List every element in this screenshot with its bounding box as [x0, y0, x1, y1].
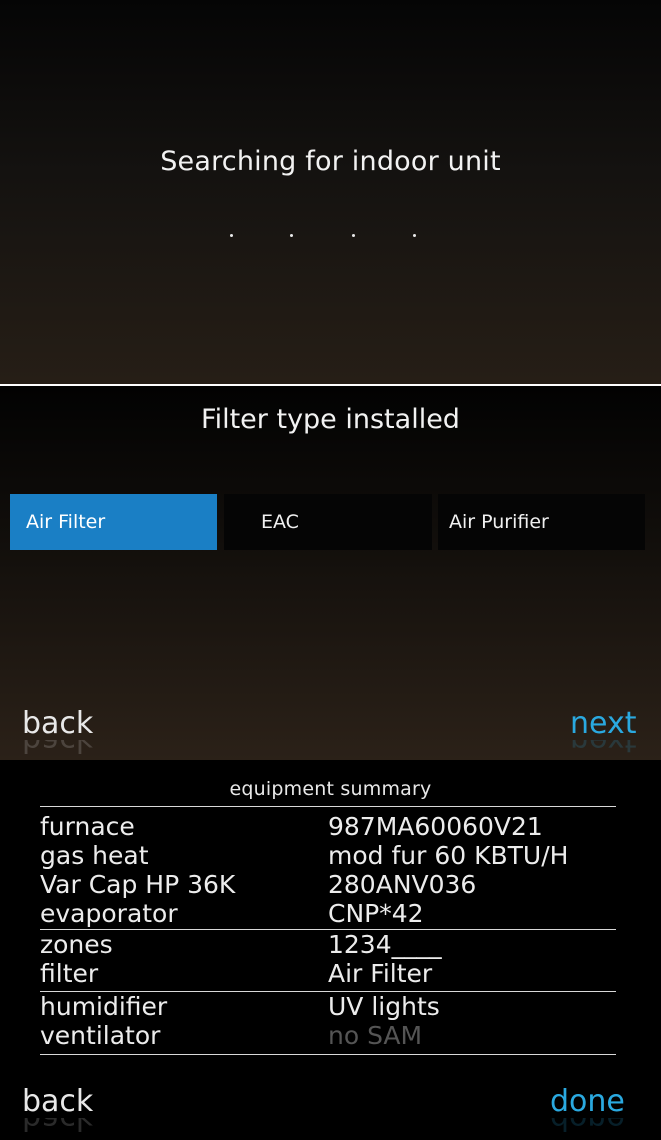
filter-type-title: Filter type installed: [201, 404, 460, 435]
row-label: humidifier: [40, 992, 168, 1021]
summary-row-zones: zones 1234____: [40, 930, 620, 960]
option-label: Air Filter: [26, 511, 106, 533]
row-value: UV lights: [328, 992, 440, 1021]
row-label: zones: [40, 930, 113, 959]
summary-row-heat-pump: Var Cap HP 36K 280ANV036: [40, 870, 620, 900]
row-label: gas heat: [40, 841, 149, 870]
back-button-reflection: back: [22, 740, 94, 758]
row-label: ventilator: [40, 1021, 161, 1050]
next-button-reflection: next: [570, 740, 637, 758]
searching-screen: Searching for indoor unit: [0, 0, 661, 384]
option-label: EAC: [261, 511, 299, 533]
row-value: no SAM: [328, 1021, 423, 1050]
progress-dot: [290, 234, 293, 237]
divider: [40, 1054, 616, 1055]
done-button-reflection: done: [550, 1118, 625, 1136]
row-value: 987MA60060V21: [328, 812, 543, 841]
next-button[interactable]: next: [570, 706, 636, 742]
option-label: Air Purifier: [449, 511, 549, 533]
progress-dot: [352, 234, 355, 237]
option-air-filter[interactable]: Air Filter: [10, 494, 217, 550]
divider: [40, 806, 616, 807]
row-label: furnace: [40, 812, 135, 841]
summary-row-gas-heat: gas heat mod fur 60 KBTU/H: [40, 841, 620, 871]
summary-row-furnace: furnace 987MA60060V21: [40, 812, 620, 842]
summary-heading: equipment summary: [229, 778, 432, 800]
row-value: Air Filter: [328, 959, 433, 988]
summary-row-filter: filter Air Filter: [40, 959, 620, 989]
progress-dots: [0, 234, 661, 240]
row-label: Var Cap HP 36K: [40, 870, 236, 899]
row-label: filter: [40, 959, 99, 988]
summary-row-humidifier: humidifier UV lights: [40, 992, 620, 1022]
row-value: 1234____: [328, 930, 442, 959]
row-value: mod fur 60 KBTU/H: [328, 841, 569, 870]
back-button[interactable]: back: [22, 706, 93, 742]
equipment-summary-screen: equipment summary furnace 987MA60060V21 …: [0, 760, 661, 1140]
row-value: CNP*42: [328, 899, 424, 928]
filter-type-screen: Filter type installed Air Filter EAC Air…: [0, 384, 661, 760]
row-label: evaporator: [40, 899, 178, 928]
option-air-purifier[interactable]: Air Purifier: [438, 494, 645, 550]
searching-title: Searching for indoor unit: [160, 146, 501, 177]
row-value: 280ANV036: [328, 870, 477, 899]
progress-dot: [230, 234, 233, 237]
option-eac[interactable]: EAC: [224, 494, 432, 550]
back-button[interactable]: back: [22, 1084, 93, 1120]
done-button[interactable]: done: [550, 1084, 625, 1120]
progress-dot: [413, 234, 416, 237]
summary-row-evaporator: evaporator CNP*42: [40, 899, 620, 929]
summary-row-ventilator: ventilator no SAM: [40, 1021, 620, 1051]
back-button-reflection: back: [22, 1118, 94, 1136]
